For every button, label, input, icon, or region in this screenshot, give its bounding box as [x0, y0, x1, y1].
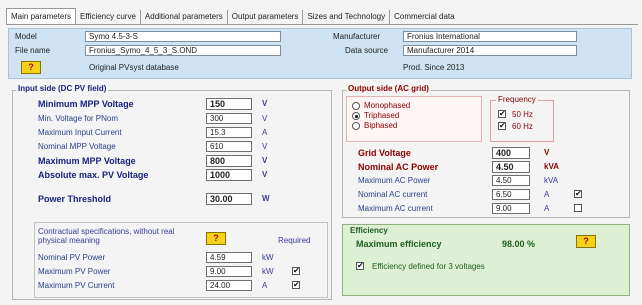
model-label: Model: [15, 32, 37, 41]
freq-60hz-checkbox[interactable]: ✔: [498, 122, 506, 130]
monophased-radio[interactable]: [352, 102, 360, 110]
max-pv-current-checkbox[interactable]: ✔: [292, 281, 300, 289]
max-ac-power-label: Maximum AC Power: [358, 176, 431, 185]
nominal-pv-power-unit: kW: [262, 253, 274, 262]
model-field[interactable]: Symo 4.5-3-S: [85, 31, 281, 42]
production-since: Prod. Since 2013: [403, 63, 465, 72]
max-pv-power-unit: kW: [262, 267, 274, 276]
monophased-label: Monophased: [364, 101, 411, 110]
contractual-help-button[interactable]: ?: [206, 232, 226, 245]
freq-50hz-checkbox[interactable]: ✔: [498, 110, 506, 118]
frequency-title: Frequency: [496, 95, 538, 104]
max-pv-current-label: Maximum PV Current: [38, 281, 115, 290]
inverter-dialog: Main parameters Efficiency curve Additio…: [0, 0, 642, 305]
nominal-ac-current-checkbox[interactable]: ✔: [574, 190, 582, 198]
output-side-title: Output side (AC grid): [346, 84, 431, 93]
nominal-ac-current-label: Nominal AC current: [358, 190, 428, 199]
max-pv-power-field[interactable]: 9.00: [206, 266, 252, 277]
max-ac-power-unit: kVA: [544, 176, 559, 185]
triphased-label: Triphased: [364, 111, 400, 120]
max-mpp-voltage-label: Maximum MPP Voltage: [38, 156, 136, 166]
abs-max-pv-voltage-field[interactable]: 1000: [206, 169, 252, 181]
max-pv-power-label: Maximum PV Power: [38, 267, 111, 276]
three-voltages-checkbox[interactable]: ✔: [356, 262, 364, 270]
tab-bar: Main parameters Efficiency curve Additio…: [6, 8, 459, 24]
max-pv-current-field[interactable]: 24.00: [206, 280, 252, 291]
max-ac-current-label: Maximum AC current: [358, 204, 433, 213]
header-panel: Model Symo 4.5-3-S File name Fronius_Sym…: [8, 28, 632, 79]
tab-sizes-technology[interactable]: Sizes and Technology: [303, 10, 391, 24]
min-mpp-voltage-field[interactable]: 150: [206, 98, 252, 110]
biphased-label: Biphased: [364, 121, 398, 130]
power-threshold-unit: W: [262, 194, 270, 203]
tab-output-parameters[interactable]: Output parameters: [228, 10, 304, 24]
triphased-radio[interactable]: [352, 112, 360, 120]
min-mpp-voltage-unit: V: [262, 99, 268, 108]
help-button[interactable]: ?: [21, 61, 41, 74]
tab-divider: [6, 24, 638, 25]
max-efficiency-value: 98.00 %: [502, 239, 536, 249]
nominal-ac-current-unit: A: [544, 190, 550, 199]
grid-voltage-field[interactable]: 400: [492, 147, 530, 159]
datasource-label: Data source: [345, 46, 389, 55]
nominal-pv-power-field[interactable]: 4.59: [206, 252, 252, 263]
input-side-title: Input side (DC PV field): [16, 84, 109, 93]
tab-commercial-data[interactable]: Commercial data: [390, 10, 458, 24]
nominal-ac-current-field[interactable]: 6.50: [492, 189, 530, 200]
max-mpp-voltage-unit: V: [262, 156, 268, 165]
efficiency-title: Efficiency: [350, 226, 388, 235]
grid-voltage-unit: V: [544, 148, 550, 157]
max-ac-current-checkbox[interactable]: [574, 204, 582, 212]
max-input-current-label: Maximum Input Current: [38, 128, 122, 137]
nominal-mpp-voltage-unit: V: [262, 142, 268, 151]
datasource-field[interactable]: Manufacturer 2014: [403, 45, 577, 56]
source-database: Original PVsyst database: [89, 63, 179, 72]
max-ac-power-field[interactable]: 4.50: [492, 175, 530, 186]
tab-efficiency-curve[interactable]: Efficiency curve: [76, 10, 141, 24]
filename-field[interactable]: Fronius_Symo_4_5_3_S.OND: [85, 45, 281, 56]
contractual-note: Contractual specifications, without real…: [38, 227, 175, 245]
power-threshold-label: Power Threshold: [38, 194, 112, 204]
min-voltage-pnom-unit: V: [262, 114, 268, 123]
max-input-current-field[interactable]: 15.3: [206, 127, 252, 138]
max-ac-current-unit: A: [544, 204, 550, 213]
tab-additional-parameters[interactable]: Additional parameters: [141, 10, 228, 24]
min-mpp-voltage-label: Minimum MPP Voltage: [38, 99, 134, 109]
min-voltage-pnom-label: Min. Voltage for PNom: [38, 114, 119, 123]
freq-50hz-label: 50 Hz: [512, 110, 533, 119]
nominal-ac-power-label: Nominal AC Power: [358, 162, 439, 172]
tab-main-parameters[interactable]: Main parameters: [6, 8, 77, 24]
max-ac-current-field[interactable]: 9.00: [492, 203, 530, 214]
max-pv-current-unit: A: [262, 281, 268, 290]
max-pv-power-checkbox[interactable]: ✔: [292, 267, 300, 275]
manufacturer-label: Manufacturer: [333, 32, 381, 41]
efficiency-help-button[interactable]: ?: [576, 235, 596, 248]
nominal-ac-power-field[interactable]: 4.50: [492, 161, 530, 173]
max-efficiency-label: Maximum efficiency: [356, 239, 442, 249]
nominal-mpp-voltage-label: Nominal MPP Voltage: [38, 142, 116, 151]
nominal-pv-power-label: Nominal PV Power: [38, 253, 106, 262]
biphased-radio[interactable]: [352, 122, 360, 130]
abs-max-pv-voltage-unit: V: [262, 170, 268, 179]
required-label: Required: [278, 236, 311, 245]
max-input-current-unit: A: [262, 128, 268, 137]
nominal-ac-power-unit: kVA: [544, 162, 559, 171]
power-threshold-field[interactable]: 30.00: [206, 193, 252, 205]
three-voltages-label: Efficiency defined for 3 voltages: [372, 262, 485, 271]
min-voltage-pnom-field[interactable]: 300: [206, 113, 252, 124]
grid-voltage-label: Grid Voltage: [358, 148, 411, 158]
abs-max-pv-voltage-label: Absolute max. PV Voltage: [38, 170, 149, 180]
filename-label: File name: [15, 46, 51, 55]
freq-60hz-label: 60 Hz: [512, 122, 533, 131]
manufacturer-field[interactable]: Fronius International: [403, 31, 577, 42]
max-mpp-voltage-field[interactable]: 800: [206, 155, 252, 167]
nominal-mpp-voltage-field[interactable]: 610: [206, 141, 252, 152]
